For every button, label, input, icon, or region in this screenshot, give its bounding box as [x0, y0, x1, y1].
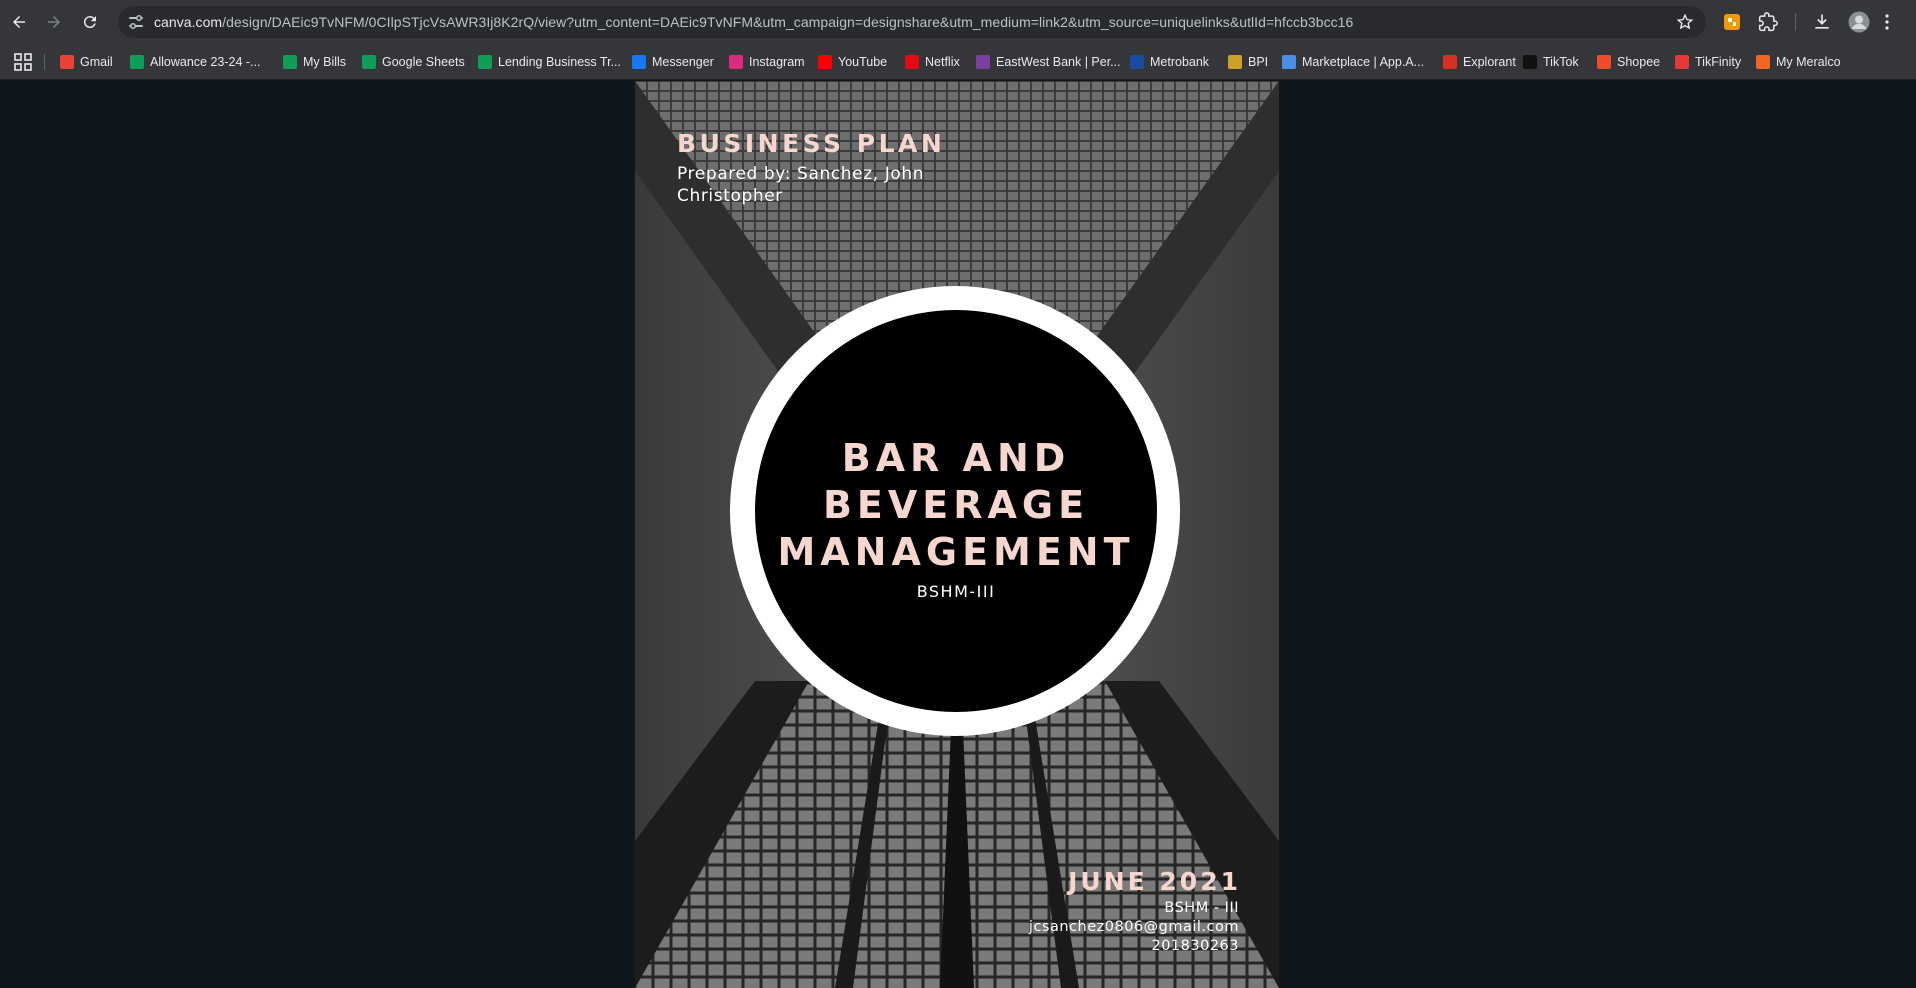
meralco-icon: [1756, 55, 1770, 69]
bookmark-my-bills[interactable]: My Bills: [283, 53, 346, 71]
bpi-icon: [1228, 55, 1242, 69]
bookmark-metrobank[interactable]: Metrobank: [1130, 53, 1209, 71]
bookmark-label: BPI: [1248, 55, 1269, 69]
prepared-by-line-2: Christopher: [677, 186, 783, 206]
bookmark-instagram[interactable]: Instagram: [729, 53, 805, 71]
main-title-line-3: MANAGEMENT: [777, 530, 1135, 574]
eastwest-icon: [976, 55, 990, 69]
back-button[interactable]: [6, 9, 32, 35]
bookmark-label: Instagram: [749, 55, 805, 69]
main-title: BAR AND BEVERAGE MANAGEMENT: [755, 435, 1157, 576]
bookmark-shopee[interactable]: Shopee: [1597, 53, 1660, 71]
bookmark-allowance-23-24[interactable]: Allowance 23-24 -...: [130, 53, 260, 71]
bookmark-eastwest-bank-per[interactable]: EastWest Bank | Per...: [976, 53, 1121, 71]
url-text[interactable]: canva.com/design/DAEic9TvNFM/0CIlpSTjcVs…: [154, 14, 1353, 30]
bookmark-gmail[interactable]: Gmail: [60, 53, 113, 71]
bookmark-google-sheets[interactable]: Google Sheets: [362, 53, 465, 71]
bookmark-explorant[interactable]: Explorant: [1443, 53, 1516, 71]
url-domain: canva.com: [154, 14, 223, 30]
prepared-by-text: Prepared by: Sanchez, John Christopher: [677, 163, 957, 207]
sheets-icon: [478, 55, 492, 69]
extensions-puzzle-icon[interactable]: [1757, 11, 1779, 33]
main-title-line-1: BAR AND: [841, 436, 1071, 480]
toolbar-divider: [1795, 13, 1796, 31]
tikfinity-icon: [1675, 55, 1689, 69]
cover-heading: BUSINESS PLAN: [677, 129, 946, 158]
bookmark-bpi[interactable]: BPI: [1228, 53, 1268, 71]
cover-section: BSHM - III: [1164, 900, 1239, 916]
bookmark-messenger[interactable]: Messenger: [632, 53, 714, 71]
design-viewer: BUSINESS PLAN Prepared by: Sanchez, John…: [0, 81, 1916, 988]
facebook-icon: [632, 55, 646, 69]
bookmark-label: TikTok: [1543, 55, 1579, 69]
bookmark-label: Marketplace | App.A...: [1302, 55, 1425, 69]
youtube-icon: [818, 55, 832, 69]
address-bar[interactable]: canva.com/design/DAEic9TvNFM/0CIlpSTjcVs…: [118, 6, 1706, 38]
cover-date: JUNE 2021: [1068, 867, 1241, 896]
bookmarks-bar: Gmail Allowance 23-24 -... My Bills Google …: [0, 44, 1916, 80]
forward-arrow-icon: [48, 16, 60, 28]
site-info-icon[interactable]: [126, 13, 146, 31]
bookmark-label: TikFinity: [1695, 55, 1742, 69]
bookmark-label: Lending Business Tr...: [498, 55, 621, 69]
shopee-icon: [1597, 55, 1611, 69]
bookmark-label: My Meralco: [1776, 55, 1841, 69]
reload-button[interactable]: [77, 9, 103, 35]
bookmark-star-icon[interactable]: [1676, 13, 1694, 31]
downloads-icon[interactable]: [1811, 11, 1833, 33]
menu-kebab-icon[interactable]: [1884, 11, 1890, 33]
bookmark-netflix[interactable]: Netflix: [905, 53, 960, 71]
bookmark-label: Explorant: [1463, 55, 1516, 69]
sheets-icon: [362, 55, 376, 69]
bookmark-label: Google Sheets: [382, 55, 465, 69]
back-arrow-icon: [13, 16, 25, 28]
bookmark-label: Metrobank: [1150, 55, 1210, 69]
reload-icon: [83, 16, 96, 29]
bookmark-label: EastWest Bank | Per...: [996, 55, 1121, 69]
apps-grid-icon[interactable]: [14, 53, 32, 71]
bookmark-label: Messenger: [652, 55, 714, 69]
cover-email: jcsanchez0806@gmail.com: [1028, 919, 1239, 935]
bookmark-label: Shopee: [1617, 55, 1661, 69]
design-page: BUSINESS PLAN Prepared by: Sanchez, John…: [635, 81, 1279, 988]
sheets-icon: [283, 55, 297, 69]
metrobank-icon: [1130, 55, 1144, 69]
main-subtitle: BSHM-III: [916, 582, 996, 601]
bookmark-label: Gmail: [80, 55, 113, 69]
bookmark-youtube[interactable]: YouTube: [818, 53, 887, 71]
cover-student-id: 201830263: [1151, 938, 1239, 954]
bookmark-marketplace-app-a[interactable]: Marketplace | App.A...: [1282, 53, 1424, 71]
bookmark-my-meralco[interactable]: My Meralco: [1756, 53, 1841, 71]
explorant-icon: [1443, 55, 1457, 69]
netflix-icon: [905, 55, 919, 69]
forward-button[interactable]: [41, 9, 67, 35]
profile-avatar-icon[interactable]: [1848, 11, 1870, 33]
bookmarks-divider: [44, 54, 45, 70]
gmail-icon: [60, 55, 74, 69]
bookmark-lending-business-tr[interactable]: Lending Business Tr...: [478, 53, 621, 71]
bookmark-label: Netflix: [925, 55, 960, 69]
tiktok-icon: [1523, 55, 1537, 69]
bookmark-label: Allowance 23-24 -...: [150, 55, 261, 69]
prepared-by-line-1: Prepared by: Sanchez, John: [677, 164, 925, 184]
bookmark-tiktok[interactable]: TikTok: [1523, 53, 1579, 71]
bookmark-label: My Bills: [303, 55, 347, 69]
bookmark-tikfinity[interactable]: TikFinity: [1675, 53, 1741, 71]
url-path: /design/DAEic9TvNFM/0CIlpSTjcVsAWR3Ij8K2…: [222, 14, 1354, 30]
main-title-line-2: BEVERAGE: [822, 483, 1090, 527]
sheets-icon: [130, 55, 144, 69]
bookmark-label: YouTube: [838, 55, 888, 69]
marketplace-icon: [1282, 55, 1296, 69]
extension-badge-icon[interactable]: [1721, 11, 1743, 33]
browser-toolbar: canva.com/design/DAEic9TvNFM/0CIlpSTjcVs…: [0, 0, 1916, 44]
instagram-icon: [729, 55, 743, 69]
